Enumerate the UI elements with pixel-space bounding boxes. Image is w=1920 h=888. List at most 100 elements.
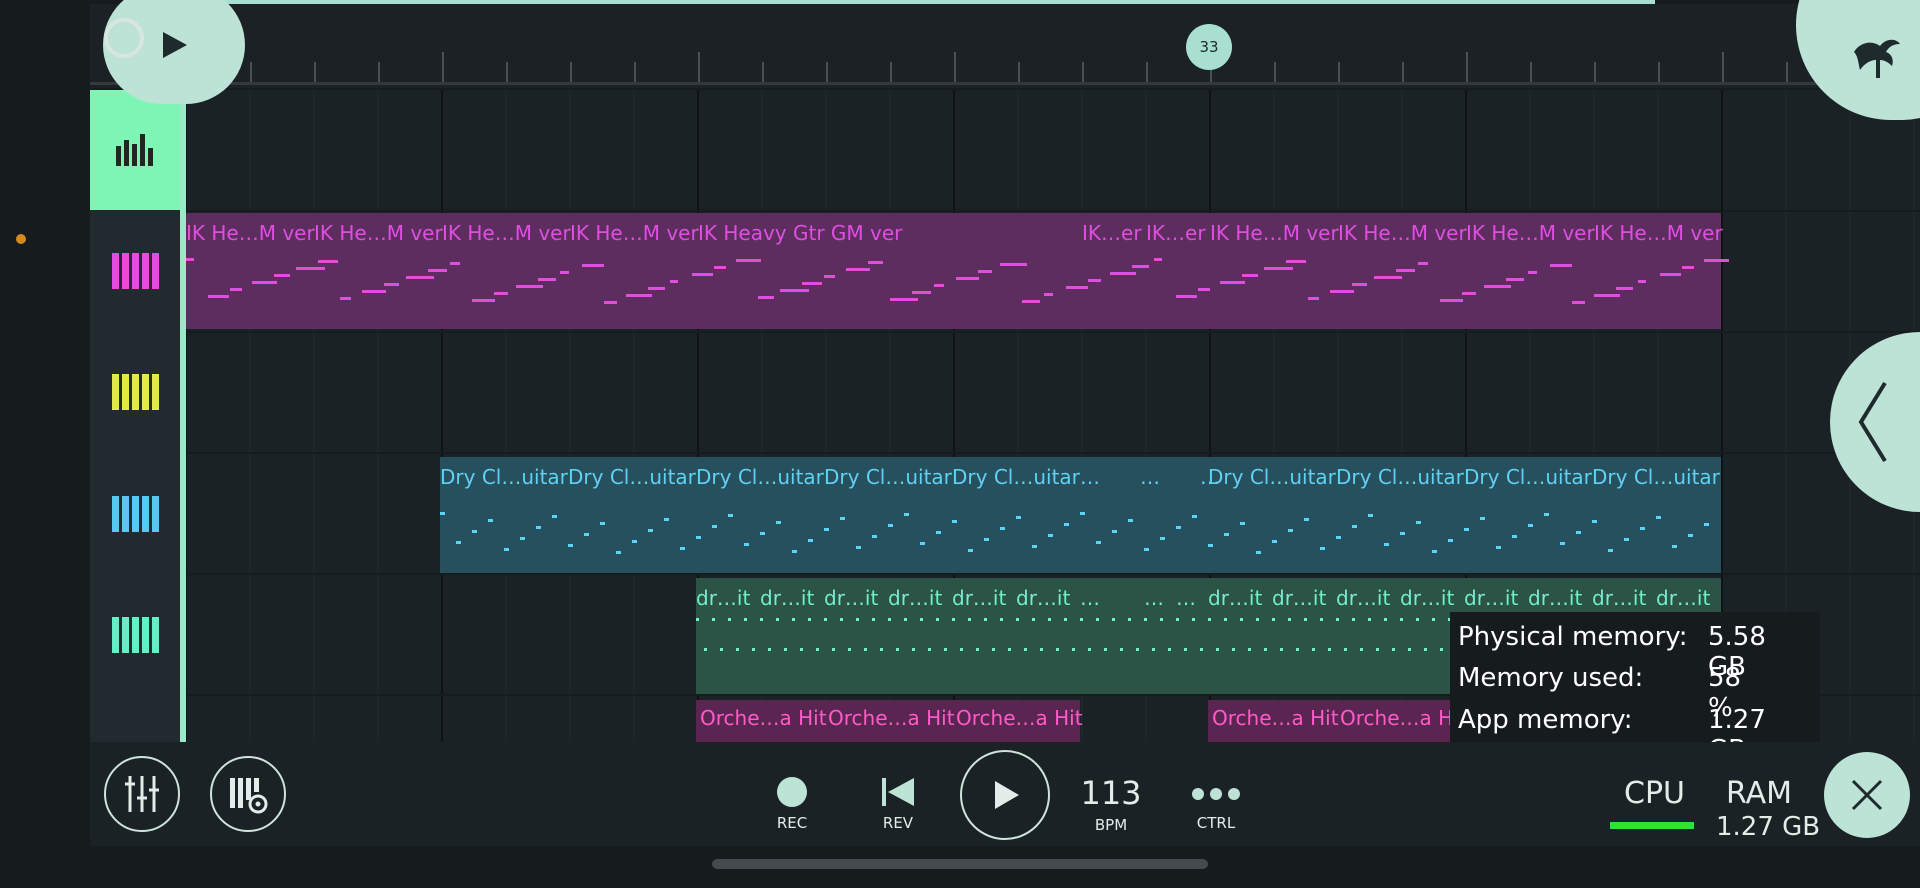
close-button[interactable] bbox=[1824, 752, 1910, 838]
mixer-button[interactable] bbox=[104, 756, 180, 832]
note-bar bbox=[1000, 263, 1027, 266]
controls-button[interactable]: CTRL bbox=[1186, 780, 1246, 832]
piano-key bbox=[142, 253, 149, 289]
note-bar bbox=[728, 514, 733, 517]
note-bar bbox=[840, 618, 843, 621]
track-icon-2[interactable] bbox=[90, 332, 180, 452]
note-bar bbox=[696, 536, 701, 539]
cpu-meter bbox=[1610, 822, 1694, 829]
note-bar bbox=[568, 544, 573, 547]
note-bar bbox=[920, 542, 925, 545]
ruler-tick bbox=[1082, 62, 1084, 82]
note-bar bbox=[584, 533, 589, 536]
track-lane-orchestra-1[interactable]: Orche…a Hit Orche…a Hit Orche…a Hit bbox=[696, 700, 1083, 742]
note-bar bbox=[1264, 267, 1293, 270]
note-bar bbox=[208, 295, 229, 298]
rewind-button[interactable]: REV bbox=[868, 776, 928, 832]
piano-key bbox=[122, 253, 129, 289]
note-bar bbox=[1144, 548, 1149, 551]
note-bar bbox=[494, 292, 508, 295]
chevron-left-icon bbox=[1858, 381, 1887, 463]
note-bar bbox=[1208, 544, 1213, 547]
clip-label: Orche…a Hit bbox=[1212, 706, 1339, 730]
note-bar bbox=[520, 537, 525, 540]
note-bar bbox=[428, 269, 447, 272]
note-bar bbox=[1400, 618, 1403, 621]
note-bar bbox=[1176, 526, 1181, 529]
note-bar bbox=[1296, 648, 1299, 651]
note-bar bbox=[1112, 530, 1117, 533]
clip-label: … bbox=[1140, 465, 1160, 489]
note-bar bbox=[864, 648, 867, 651]
note-bar bbox=[1160, 618, 1163, 621]
note-bar bbox=[1056, 648, 1059, 651]
note-bar bbox=[880, 648, 883, 651]
note-bar bbox=[1048, 618, 1051, 621]
ruler-tick bbox=[954, 52, 956, 82]
note-bar bbox=[846, 268, 870, 271]
track-lane-orchestra-2[interactable]: Orche…a Hit Orche…a Hit bbox=[1208, 700, 1467, 742]
note-bar bbox=[1154, 258, 1162, 261]
note-bar bbox=[1418, 262, 1428, 265]
note-bar bbox=[1506, 278, 1524, 281]
note-bar bbox=[868, 261, 883, 264]
note-bar bbox=[1048, 534, 1053, 537]
play-button[interactable] bbox=[960, 750, 1050, 840]
note-bar bbox=[968, 549, 973, 552]
note-bar bbox=[1416, 521, 1421, 524]
clip-label: dr…it bbox=[1464, 586, 1519, 610]
timeline-ruler[interactable] bbox=[90, 4, 1850, 88]
note-bar bbox=[340, 297, 351, 300]
note-bar bbox=[824, 528, 829, 531]
note-bar bbox=[1624, 538, 1629, 541]
note-bar bbox=[872, 618, 875, 621]
note-bar bbox=[1432, 550, 1437, 553]
note-bar bbox=[872, 535, 877, 538]
playhead[interactable] bbox=[180, 90, 186, 742]
note-bar bbox=[992, 648, 995, 651]
note-bar bbox=[912, 291, 931, 294]
ruler-tick bbox=[1594, 62, 1596, 82]
piano-settings-icon bbox=[230, 778, 268, 814]
note-bar bbox=[936, 531, 941, 534]
note-bar bbox=[1704, 259, 1729, 262]
note-bar bbox=[758, 296, 774, 299]
track-icon-3[interactable] bbox=[90, 454, 180, 574]
clip-label: … bbox=[1080, 465, 1100, 489]
note-bar bbox=[1480, 517, 1485, 520]
note-bar bbox=[1312, 648, 1315, 651]
note-bar bbox=[956, 277, 979, 280]
note-bar bbox=[1528, 271, 1537, 274]
position-marker[interactable]: 33 bbox=[1186, 24, 1232, 70]
note-bar bbox=[1440, 648, 1443, 651]
note-bar bbox=[296, 267, 325, 270]
clip-label: Dry Cl…uitar bbox=[1592, 465, 1720, 489]
note-bar bbox=[1192, 618, 1195, 621]
note-bar bbox=[1304, 618, 1307, 621]
note-bar bbox=[1080, 618, 1083, 621]
note-bar bbox=[952, 618, 955, 621]
track-lane-guitar[interactable]: IK He…M ver IK He…M ver IK He…M ver IK He…M… bbox=[186, 213, 1729, 329]
rewind-label: REV bbox=[882, 814, 914, 832]
note-bar bbox=[362, 290, 386, 293]
note-bar bbox=[744, 618, 747, 621]
note-bar bbox=[626, 294, 652, 297]
note-bar bbox=[720, 648, 723, 651]
ram-label: RAM bbox=[1726, 776, 1793, 811]
track-lane-clean-guitar[interactable]: Dry Cl…uitar Dry Cl…uitar Dry Cl…uitar Dry … bbox=[440, 457, 1721, 573]
note-bar bbox=[560, 271, 569, 274]
channel-rack-button[interactable] bbox=[210, 756, 286, 832]
note-bar bbox=[1576, 531, 1581, 534]
track-icon-4[interactable] bbox=[90, 575, 180, 695]
tempo-button[interactable]: 113 BPM bbox=[1076, 774, 1146, 834]
note-bar bbox=[1168, 648, 1171, 651]
note-bar bbox=[760, 532, 765, 535]
note-bar bbox=[274, 274, 290, 277]
note-bar bbox=[890, 298, 918, 301]
note-bar bbox=[776, 521, 781, 524]
record-button[interactable]: REC bbox=[762, 776, 822, 832]
playlist-view-button[interactable] bbox=[90, 90, 180, 210]
note-bar bbox=[1640, 527, 1645, 530]
note-bar bbox=[1272, 618, 1275, 621]
track-icon-1[interactable] bbox=[90, 211, 180, 331]
